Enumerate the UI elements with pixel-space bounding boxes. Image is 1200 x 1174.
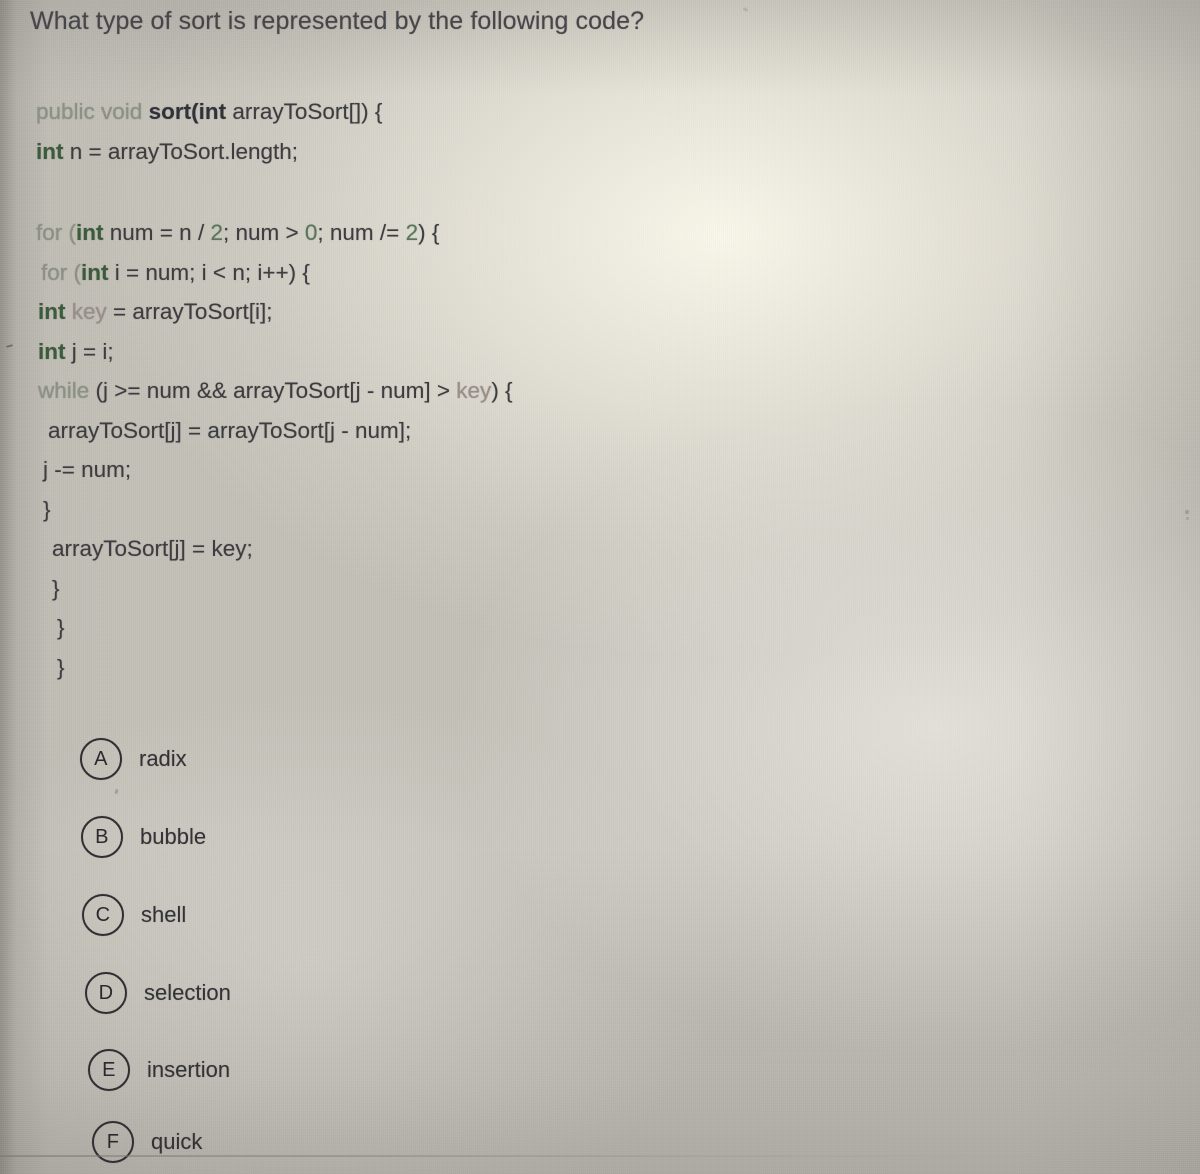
code-line: int key = arrayToSort[i];	[0, 292, 720, 332]
code-token: ;	[246, 536, 253, 561]
code-line: }	[0, 648, 720, 688]
code-token: i = num; i < n; i++) {	[108, 259, 310, 285]
answer-option-a[interactable]: Aradix	[80, 738, 187, 780]
code-token: 0	[304, 220, 318, 245]
answer-option-c[interactable]: Cshell	[82, 894, 186, 936]
option-label: insertion	[147, 1057, 231, 1082]
code-token: j -= num;	[43, 457, 132, 482]
option-letter-circle-icon[interactable]: B	[81, 816, 123, 858]
code-token: arrayToSort[j] = arrayToSort[j - num];	[48, 417, 412, 443]
code-token: while	[38, 378, 90, 403]
option-letter-circle-icon[interactable]: A	[80, 738, 122, 780]
code-token: public void	[36, 99, 149, 124]
code-token: int	[36, 138, 64, 164]
code-token: int	[81, 259, 109, 285]
quiz-screen-photo: What type of sort is represented by the …	[0, 0, 1200, 1174]
code-token: for (	[41, 259, 82, 285]
code-token: ) {	[418, 220, 440, 245]
code-token: int	[38, 338, 66, 364]
code-line: int j = i;	[0, 332, 720, 372]
code-line: for (int i = num; i < n; i++) {	[0, 253, 720, 293]
code-token: }	[57, 654, 65, 680]
option-label: radix	[139, 746, 187, 771]
question-prompt: What type of sort is represented by the …	[30, 7, 645, 35]
code-line: }	[0, 569, 720, 609]
code-token: arrayToSort[j] =	[52, 536, 212, 561]
option-letter-circle-icon[interactable]: D	[85, 972, 127, 1014]
code-token: ) {	[491, 378, 513, 403]
option-label: selection	[144, 980, 231, 1005]
code-token: int	[76, 220, 104, 245]
option-letter-circle-icon[interactable]: C	[82, 894, 124, 936]
code-token: sort(int	[148, 99, 227, 124]
code-token: j = i;	[65, 338, 114, 364]
code-token: 2	[405, 220, 419, 245]
code-line: public void sort(int arrayToSort[]) {	[0, 92, 720, 132]
answer-option-b[interactable]: Bbubble	[81, 816, 206, 858]
bottom-divider	[0, 1155, 1200, 1157]
code-token: }	[57, 615, 65, 640]
code-line: while (j >= num && arrayToSort[j - num] …	[0, 371, 720, 411]
code-token: for (	[36, 220, 77, 245]
code-line: }	[0, 490, 720, 530]
code-token: num = n /	[103, 220, 211, 245]
answer-option-e[interactable]: Einsertion	[88, 1049, 230, 1091]
dust-speck	[742, 6, 749, 13]
code-token: }	[52, 575, 60, 601]
dust-speck	[1185, 510, 1189, 514]
code-token: = arrayToSort[i];	[106, 299, 273, 324]
code-token: 2	[210, 220, 223, 245]
option-letter-circle-icon[interactable]: E	[88, 1049, 130, 1091]
code-snippet: public void sort(int arrayToSort[]) {int…	[0, 92, 720, 687]
code-line: j -= num;	[0, 450, 720, 490]
answer-option-d[interactable]: Dselection	[85, 972, 231, 1014]
code-token: key	[211, 536, 247, 561]
code-token: n = arrayToSort.length;	[63, 138, 299, 164]
code-token: (j >= num && arrayToSort[j - num] >	[89, 378, 457, 403]
code-token: int	[38, 299, 66, 324]
code-token: ; num >	[222, 220, 305, 245]
code-token: }	[43, 496, 51, 522]
code-token: ; num /=	[317, 220, 406, 245]
code-line: int n = arrayToSort.length;	[0, 132, 720, 172]
option-label: shell	[141, 902, 187, 927]
code-line: for (int num = n / 2; num > 0; num /= 2)…	[0, 213, 720, 253]
code-token: key	[71, 299, 107, 324]
code-line: arrayToSort[j] = key;	[0, 529, 720, 569]
code-token: key	[456, 378, 492, 403]
option-label: bubble	[140, 824, 207, 849]
option-label: quick	[151, 1129, 203, 1154]
code-line: }	[0, 608, 720, 648]
dust-speck	[1186, 517, 1189, 520]
code-token: arrayToSort[]) {	[226, 99, 383, 124]
code-line: arrayToSort[j] = arrayToSort[j - num];	[0, 411, 720, 451]
dust-speck	[114, 788, 119, 795]
